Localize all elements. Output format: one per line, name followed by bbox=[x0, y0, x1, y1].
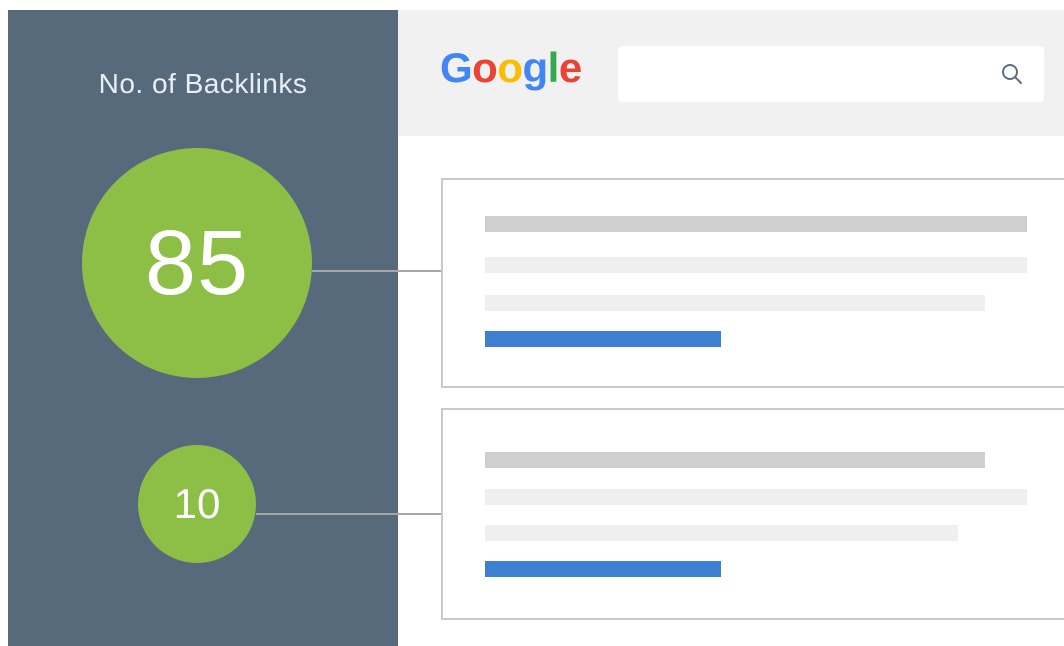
backlink-count-badge-10: 10 bbox=[138, 445, 256, 563]
logo-letter: l bbox=[547, 44, 560, 91]
result-link-placeholder[interactable] bbox=[485, 561, 721, 577]
search-input[interactable] bbox=[618, 46, 1044, 102]
search-icon[interactable] bbox=[1000, 62, 1024, 86]
result-text-placeholder bbox=[485, 295, 985, 311]
search-result-card[interactable] bbox=[441, 408, 1064, 620]
result-text-placeholder bbox=[485, 489, 1027, 505]
logo-letter: g bbox=[522, 44, 548, 91]
logo-letter: o bbox=[472, 44, 498, 91]
logo-letter: G bbox=[440, 44, 473, 91]
connector-line bbox=[256, 513, 442, 515]
logo-letter: o bbox=[497, 44, 523, 91]
result-link-placeholder[interactable] bbox=[485, 331, 721, 347]
result-title-placeholder bbox=[485, 452, 985, 468]
result-title-placeholder bbox=[485, 216, 1027, 232]
result-text-placeholder bbox=[485, 257, 1027, 273]
google-logo: Google bbox=[440, 44, 582, 92]
logo-letter: e bbox=[558, 44, 582, 91]
connector-line bbox=[312, 270, 442, 272]
search-header: Google bbox=[398, 10, 1064, 136]
result-text-placeholder bbox=[485, 525, 958, 541]
panel-title: No. of Backlinks bbox=[98, 68, 308, 99]
backlink-count-badge-85: 85 bbox=[82, 148, 312, 378]
search-result-card[interactable] bbox=[441, 178, 1064, 388]
